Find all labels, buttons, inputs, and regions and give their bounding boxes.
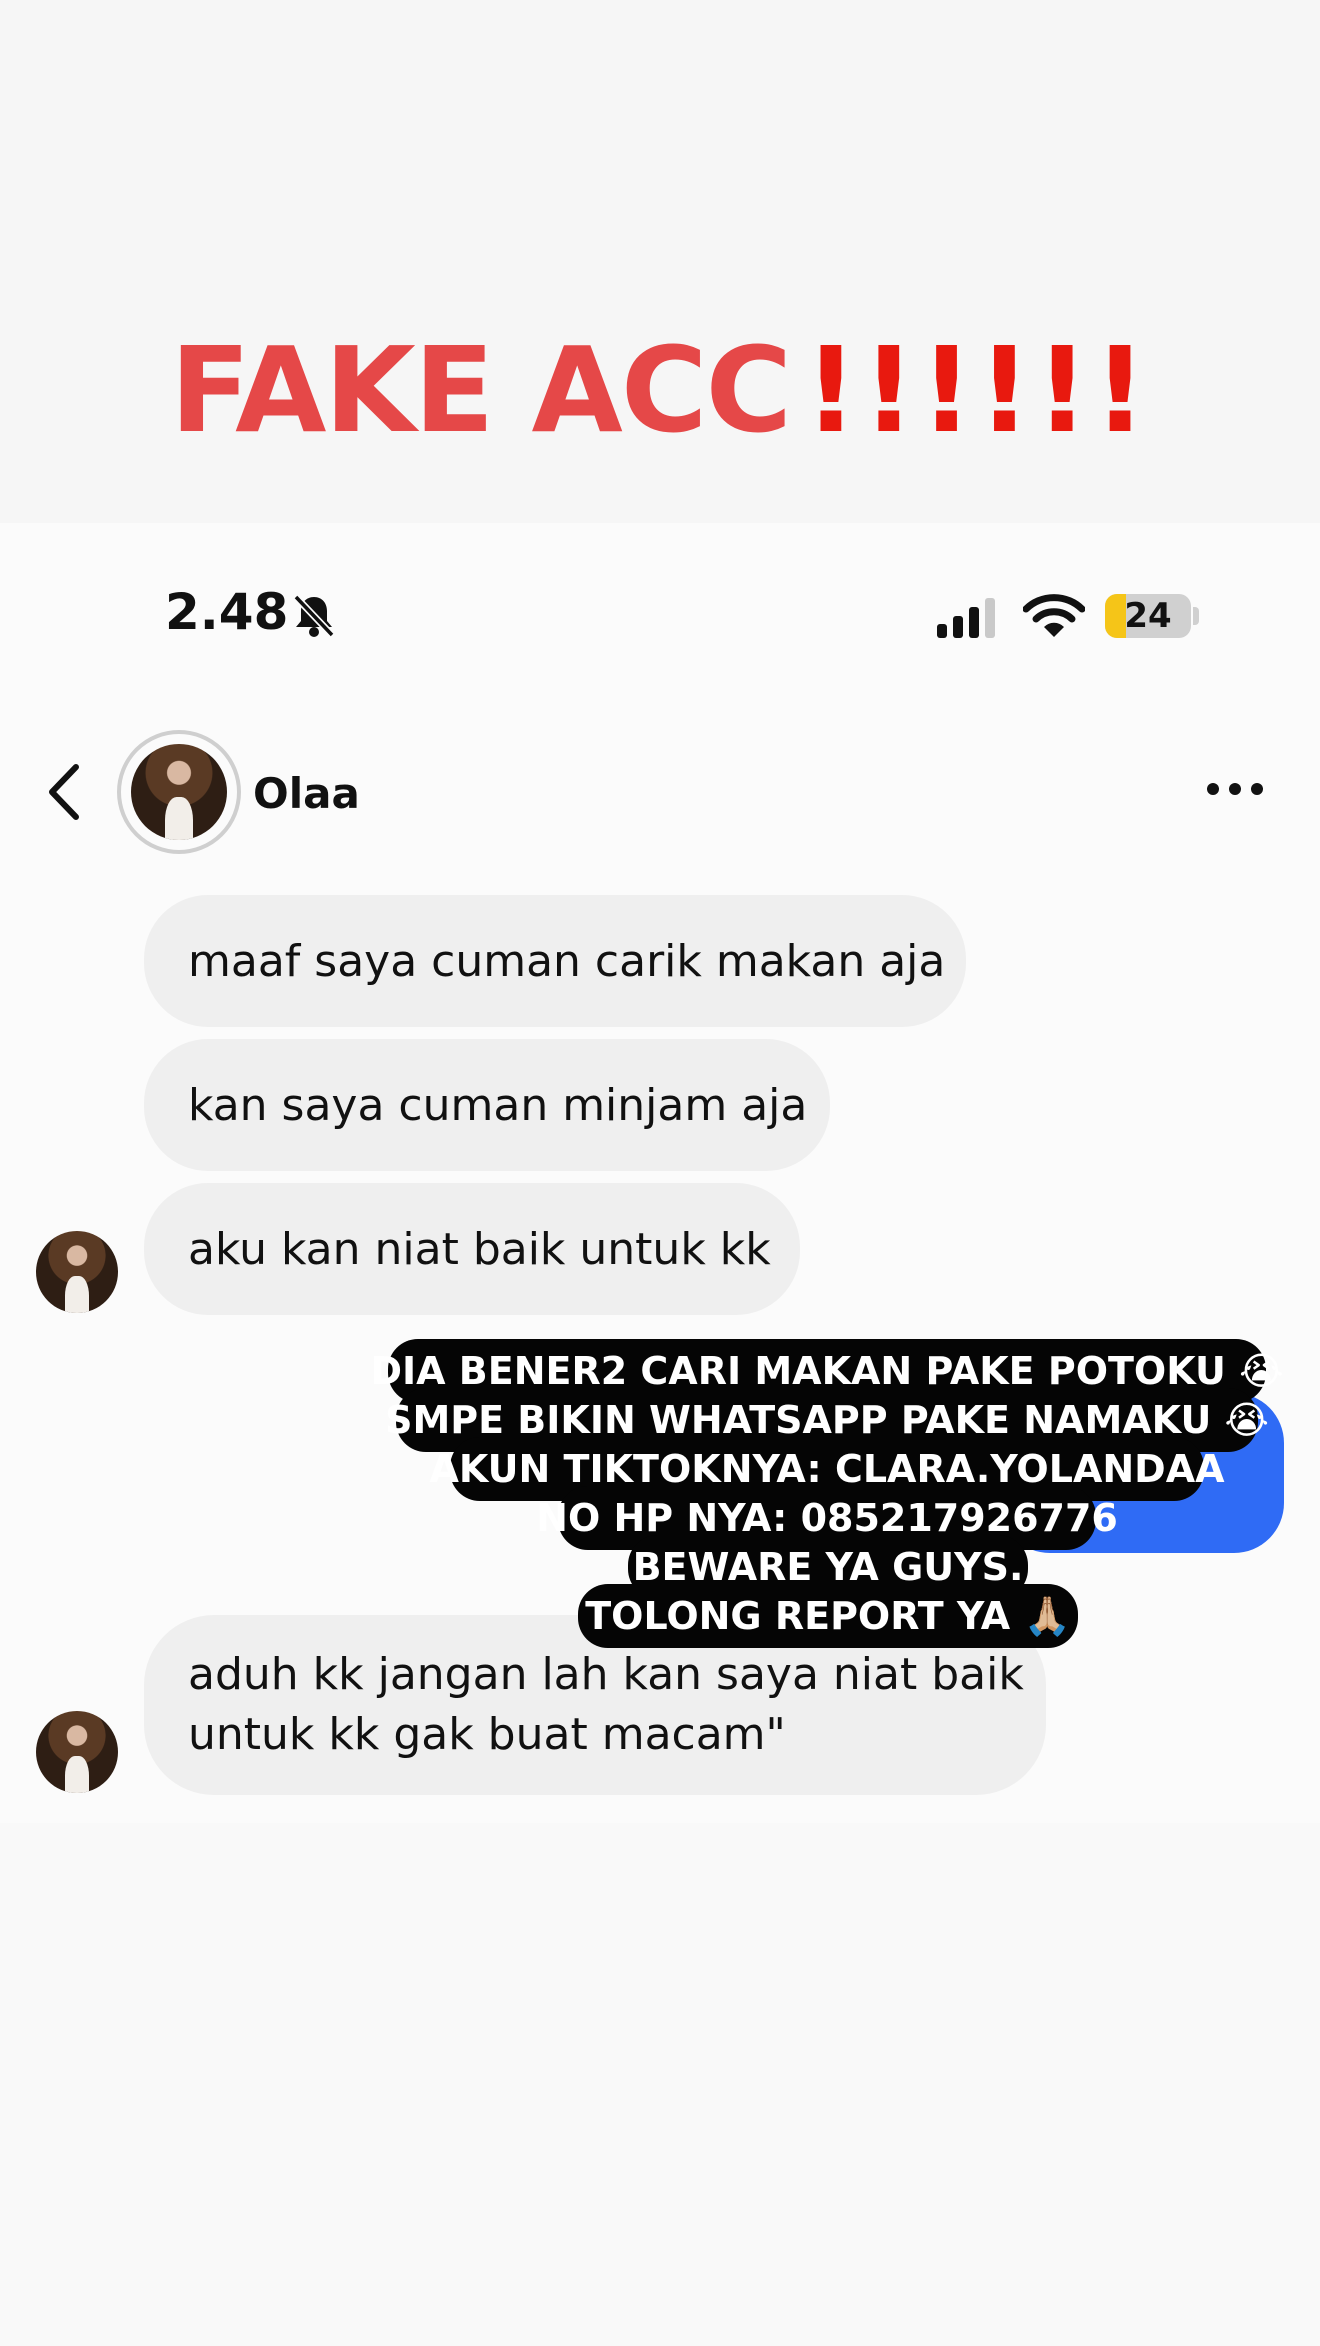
contact-avatar[interactable] — [131, 744, 227, 840]
warning-banner: FAKE ACC !!!!!! — [0, 0, 1320, 523]
wifi-icon — [1023, 594, 1085, 637]
chevron-left-icon[interactable] — [40, 761, 90, 823]
battery-icon: 24 — [1105, 594, 1191, 638]
battery-level-text: 24 — [1124, 596, 1172, 636]
bell-slash-icon — [293, 594, 335, 638]
cellular-signal-icon — [937, 598, 995, 638]
received-message[interactable]: aku kan niat baik untuk kk — [144, 1183, 800, 1315]
more-options-icon[interactable] — [1204, 777, 1266, 801]
banner-exclamation-marks: !!!!!! — [804, 321, 1151, 459]
chat-screenshot: 2.48 24 Olaa maaf saya cuman carik makan… — [0, 523, 1320, 1823]
sticker-text-line: TOLONG REPORT YA 🙏🏼 — [578, 1584, 1078, 1648]
contact-name[interactable]: Olaa — [253, 769, 360, 818]
battery-terminal — [1193, 607, 1199, 625]
received-message[interactable]: maaf saya cuman carik makan aja — [144, 895, 966, 1027]
status-time: 2.48 — [165, 583, 289, 641]
sender-avatar[interactable] — [36, 1231, 118, 1313]
received-message[interactable]: kan saya cuman minjam aja — [144, 1039, 830, 1171]
banner-title: FAKE ACC !!!!!! — [170, 320, 1151, 460]
banner-title-text: FAKE ACC — [170, 321, 792, 459]
sender-avatar[interactable] — [36, 1711, 118, 1793]
